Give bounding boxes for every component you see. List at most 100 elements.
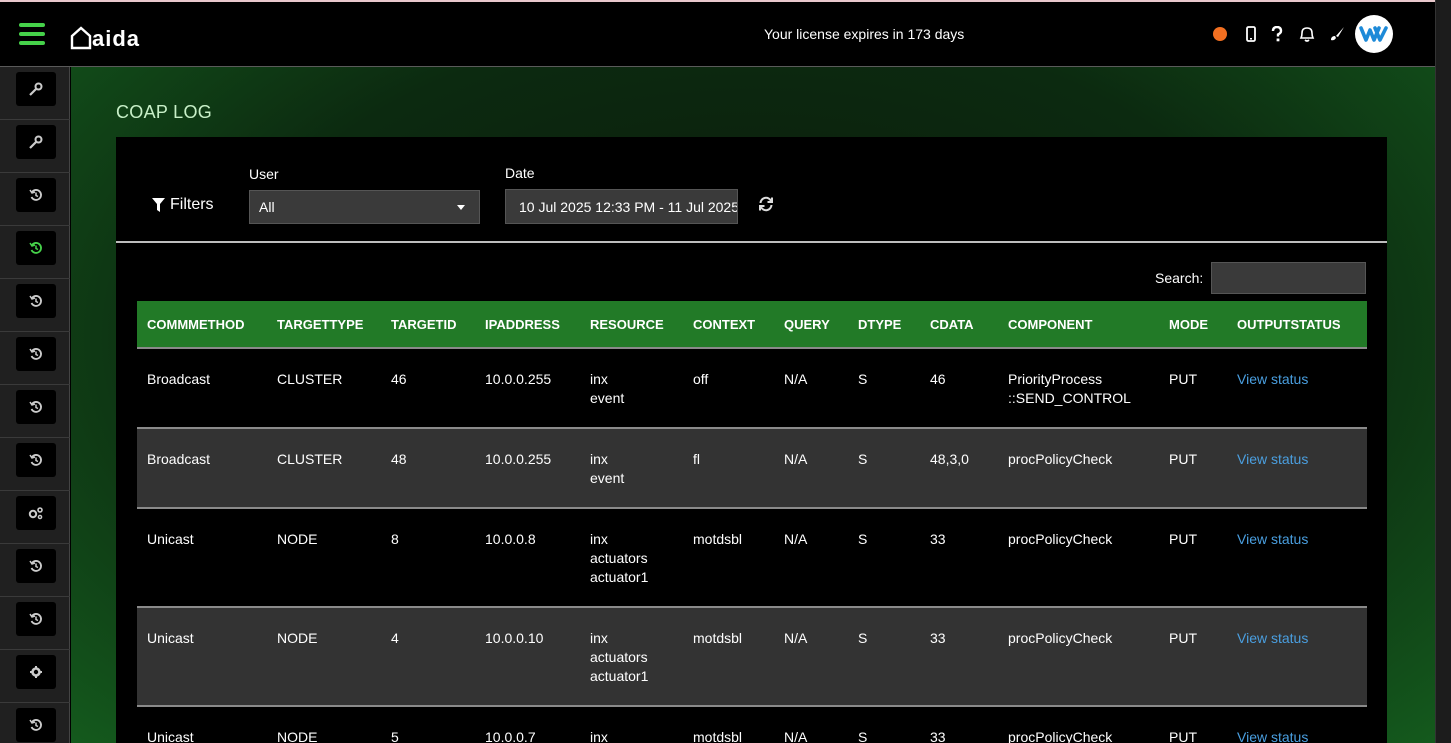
resource-line: actuators [590,550,648,566]
component-line: procPolicyCheck [1008,531,1113,547]
column-header[interactable]: RESOURCE [580,301,683,348]
component-line: procPolicyCheck [1008,630,1113,646]
history-icon[interactable] [16,284,56,318]
cell-commmethod: Broadcast [137,347,267,428]
history-icon[interactable] [16,337,56,371]
column-header[interactable]: DTYPE [848,301,920,348]
sidebar-item [0,597,70,650]
cell-resource: inx [580,705,683,743]
cell-dtype: S [848,705,920,743]
table-row: Unicast NODE 5 10.0.0.7 inx motdsbl N/A … [137,705,1367,743]
cell-query: N/A [774,427,848,508]
wrench-icon[interactable] [16,125,56,159]
search-label: Search: [1155,270,1204,286]
filters-text: Filters [170,196,214,213]
cell-component: procPolicyCheck [998,507,1159,607]
user-select-value: All [259,199,275,215]
sidebar-item [0,650,70,703]
resource-line: inx [590,451,608,467]
history-icon[interactable] [16,549,56,583]
view-status-link[interactable]: View status [1227,507,1367,607]
cell-cdata: 48,3,0 [920,427,998,508]
cell-targetid: 5 [381,705,475,743]
menu-icon[interactable] [19,23,45,45]
top-icons [1213,20,1353,48]
column-header[interactable]: QUERY [774,301,848,348]
help-icon[interactable] [1267,24,1287,44]
cell-mode: PUT [1159,347,1227,428]
cell-cdata: 33 [920,507,998,607]
sidebar-item [0,173,70,226]
cell-ipaddress: 10.0.0.255 [475,347,580,428]
history-icon[interactable] [16,443,56,477]
bell-icon[interactable] [1297,24,1317,44]
brush-icon[interactable] [1327,24,1347,44]
table-row: Broadcast CLUSTER 46 10.0.0.255 inx event… [137,347,1367,428]
cell-commmethod: Unicast [137,507,267,607]
history-icon[interactable] [16,390,56,424]
column-header[interactable]: OUTPUTSTATUS [1227,301,1367,348]
mobile-icon[interactable] [1241,24,1261,44]
cell-targetid: 8 [381,507,475,607]
view-status-link[interactable]: View status [1227,705,1367,743]
history-icon[interactable] [16,231,56,265]
column-header[interactable]: TARGETTYPE [267,301,381,348]
view-status-link[interactable]: View status [1227,606,1367,706]
cell-query: N/A [774,606,848,706]
cell-dtype: S [848,606,920,706]
column-header[interactable]: CDATA [920,301,998,348]
cell-context: off [683,347,774,428]
date-range-input[interactable]: 10 Jul 2025 12:33 PM - 11 Jul 2025 12:33… [505,189,738,224]
avatar[interactable] [1355,15,1393,53]
cell-mode: PUT [1159,427,1227,508]
resource-line: inx [590,371,608,387]
cell-cdata: 33 [920,606,998,706]
cell-context: motdsbl [683,507,774,607]
column-header[interactable]: CONTEXT [683,301,774,348]
page-title: COAP LOG [116,102,213,122]
history-icon[interactable] [16,602,56,636]
cell-component: procPolicyCheck [998,427,1159,508]
column-header[interactable]: IPADDRESS [475,301,580,348]
log-panel: Filters User All Date 10 Jul 2025 12:33 … [116,137,1387,743]
logo[interactable]: aida [70,22,140,50]
cell-component: procPolicyCheck [998,705,1159,743]
sidebar-item [0,544,70,597]
sidebar-item [0,703,70,743]
gear-icon[interactable] [16,655,56,689]
cell-targetid: 46 [381,347,475,428]
status-dot [1213,27,1227,41]
table-row: Broadcast CLUSTER 48 10.0.0.255 inx event… [137,427,1367,508]
cell-query: N/A [774,347,848,428]
column-header[interactable]: COMMMETHOD [137,301,267,348]
sidebar-item [0,438,70,491]
history-icon[interactable] [16,178,56,212]
cell-targetid: 48 [381,427,475,508]
cell-dtype: S [848,347,920,428]
sidebar [0,67,70,743]
cell-ipaddress: 10.0.0.10 [475,606,580,706]
resource-line: actuator1 [590,569,649,585]
column-header[interactable]: TARGETID [381,301,475,348]
history-icon[interactable] [16,708,56,742]
column-header[interactable]: COMPONENT [998,301,1159,348]
cell-component: procPolicyCheck [998,606,1159,706]
search-input[interactable] [1211,262,1366,294]
user-select[interactable]: All [249,190,480,224]
component-line: PriorityProcess [1008,371,1103,387]
window-scrollbar[interactable] [1435,0,1451,743]
table-header-row: COMMMETHOD TARGETTYPE TARGETID IPADDRESS… [137,301,1367,348]
view-status-link[interactable]: View status [1227,427,1367,508]
cell-resource: inx event [580,427,683,508]
view-status-link[interactable]: View status [1227,347,1367,428]
column-header[interactable]: MODE [1159,301,1227,348]
gears-icon[interactable] [16,496,56,530]
cell-commmethod: Unicast [137,705,267,743]
sidebar-item [0,491,70,544]
cell-commmethod: Unicast [137,606,267,706]
refresh-icon[interactable] [758,196,776,214]
wrench-icon[interactable] [16,72,56,106]
user-filter-label: User [249,166,279,182]
cell-resource: inx event [580,347,683,428]
component-line: procPolicyCheck [1008,451,1113,467]
